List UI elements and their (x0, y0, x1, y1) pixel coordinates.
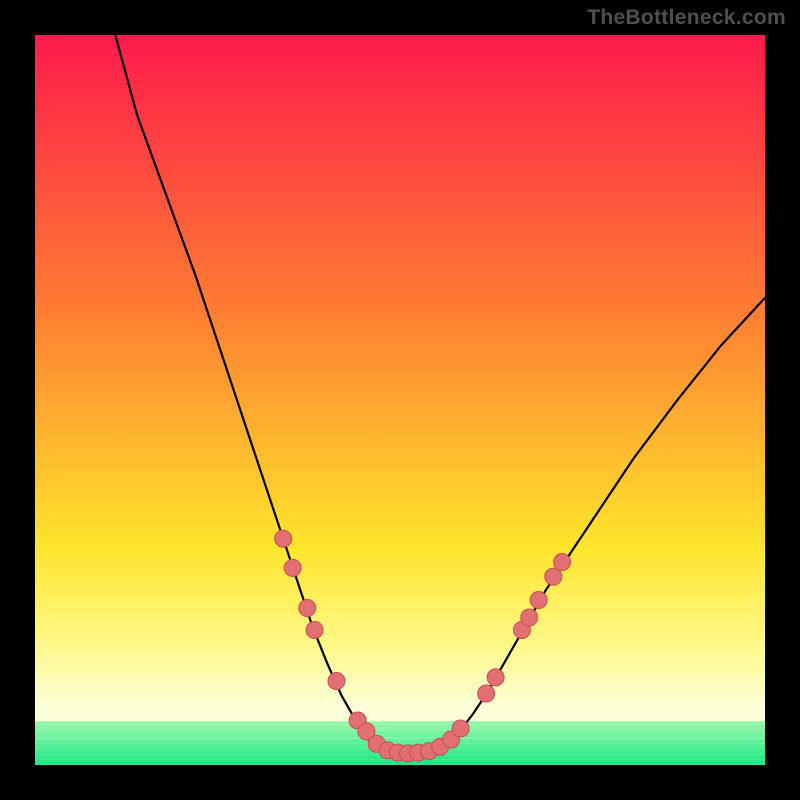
data-marker (452, 720, 469, 737)
plot-svg (35, 35, 765, 765)
bottleneck-plot (35, 35, 765, 765)
data-marker (554, 554, 571, 571)
data-marker (299, 600, 316, 617)
data-marker (478, 685, 495, 702)
gradient-bg (35, 35, 765, 765)
data-marker (487, 669, 504, 686)
chart-frame: TheBottleneck.com (0, 0, 800, 800)
data-marker (306, 621, 323, 638)
data-marker (328, 673, 345, 690)
data-marker (284, 559, 301, 576)
data-marker (530, 592, 547, 609)
data-marker (275, 530, 292, 547)
data-marker (521, 609, 538, 626)
data-marker (545, 568, 562, 585)
watermark-text: TheBottleneck.com (587, 6, 786, 30)
